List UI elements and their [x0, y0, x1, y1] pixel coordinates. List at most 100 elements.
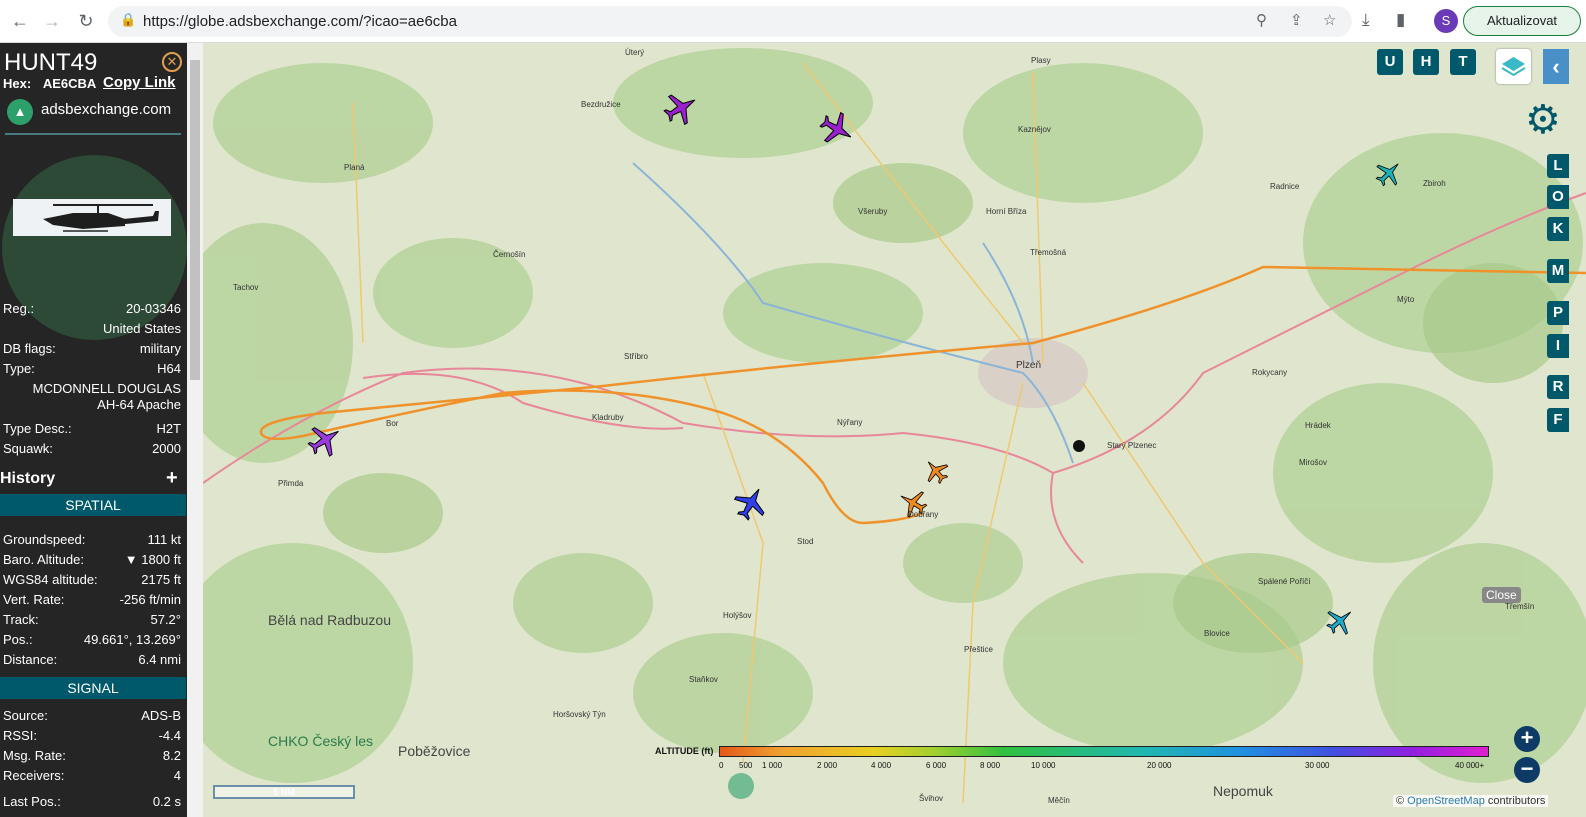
- altitude-tick: 20 000: [1147, 761, 1172, 770]
- map-canvas[interactable]: [203, 43, 1586, 817]
- map-attribution: © OpenStreetMap contributors: [1393, 795, 1549, 807]
- place-label: Dobřany: [908, 510, 939, 519]
- place-label: Úterý: [625, 48, 645, 57]
- aircraft-info-panel: HUNT49 ✕ Hex: AE6CBA Copy Link ▲ adsbexc…: [0, 43, 187, 817]
- download-icon[interactable]: ⤓: [1362, 10, 1370, 30]
- altitude-tick: 30 000: [1305, 761, 1330, 770]
- place-label: Bor: [386, 419, 399, 428]
- altitude-tick: 10 000: [1031, 761, 1056, 770]
- helicopter-icon: [43, 204, 159, 232]
- altitude-tick: 40 000+: [1455, 761, 1485, 770]
- place-label: Švihov: [919, 794, 944, 803]
- toggle-button-k[interactable]: K: [1547, 217, 1569, 241]
- close-button[interactable]: Close: [1482, 587, 1521, 603]
- altitude-tick: 4 000: [871, 761, 892, 770]
- place-label: Kaznějov: [1018, 125, 1051, 134]
- protected-area-label: CHKO Český les: [268, 733, 374, 749]
- lock-icon[interactable]: 🔒: [120, 12, 136, 28]
- place-label-large: Nepomuk: [1213, 783, 1273, 799]
- toggle-button-f[interactable]: F: [1547, 408, 1569, 432]
- place-label: Přimda: [278, 479, 304, 488]
- update-button[interactable]: Aktualizovat: [1463, 6, 1581, 36]
- place-label: Planá: [344, 163, 365, 172]
- toggle-button-u[interactable]: U: [1377, 49, 1403, 75]
- place-label: Bezdružice: [581, 100, 621, 109]
- address-bar[interactable]: 🔒 https://globe.adsbexchange.com/?icao=a…: [108, 6, 1352, 37]
- place-label: Mirošov: [1299, 458, 1328, 467]
- bookmark-star-icon[interactable]: ☆: [1323, 11, 1336, 29]
- altitude-tick: 8 000: [980, 761, 1001, 770]
- adsbexchange-logo-icon[interactable]: ▲: [7, 99, 33, 125]
- aircraft-photo[interactable]: [13, 199, 171, 236]
- openstreetmap-link[interactable]: OpenStreetMap: [1407, 795, 1485, 807]
- callsign: HUNT49: [4, 49, 98, 76]
- expand-history-icon[interactable]: +: [166, 467, 178, 490]
- place-label: Rokycany: [1252, 368, 1288, 377]
- place-label: Stod: [797, 537, 814, 546]
- divider: [5, 133, 181, 135]
- profile-avatar[interactable]: S: [1434, 9, 1458, 33]
- toggle-button-o[interactable]: O: [1547, 185, 1569, 209]
- copy-link[interactable]: Copy Link: [103, 74, 176, 91]
- map[interactable]: Úterý Bezdružice Plasy Kaznějov Všeruby …: [203, 43, 1586, 817]
- side-panel-icon[interactable]: ▮: [1396, 10, 1405, 30]
- back-icon[interactable]: ←: [8, 9, 32, 33]
- toggle-button-i[interactable]: I: [1547, 334, 1569, 358]
- hex-row: Hex: AE6CBA: [3, 76, 96, 91]
- place-label: Tachov: [233, 283, 259, 292]
- place-label: Staňkov: [689, 675, 718, 684]
- adsbexchange-watermark-icon: [728, 773, 754, 799]
- place-label: Holýšov: [723, 611, 752, 620]
- place-label: Radnice: [1270, 182, 1300, 191]
- altitude-color-bar: [719, 746, 1489, 757]
- url-text[interactable]: https://globe.adsbexchange.com/?icao=ae6…: [143, 13, 457, 30]
- adsbexchange-link[interactable]: adsbexchange.com: [41, 101, 171, 118]
- altitude-tick: 2 000: [817, 761, 838, 770]
- toggle-button-l[interactable]: L: [1547, 154, 1569, 178]
- toggle-button-t[interactable]: T: [1450, 49, 1476, 75]
- zoom-in-button[interactable]: +: [1514, 726, 1540, 752]
- altitude-legend-title: ALTITUDE (ft): [655, 746, 714, 756]
- place-label: Měčín: [1048, 796, 1070, 805]
- receiver-location-marker: [1073, 440, 1085, 452]
- location-icon[interactable]: ⚲: [1256, 11, 1267, 29]
- share-icon[interactable]: ⇪: [1290, 11, 1303, 29]
- place-label: Třemošná: [1030, 248, 1067, 257]
- browser-toolbar: ← → ↻ 🔒 https://globe.adsbexchange.com/?…: [0, 0, 1586, 43]
- layers-icon: [1501, 57, 1526, 77]
- place-label: Horšovský Týn: [553, 710, 606, 719]
- reload-icon[interactable]: ↻: [74, 9, 98, 33]
- place-label: Zbiroh: [1423, 179, 1446, 188]
- zoom-out-button[interactable]: −: [1514, 757, 1540, 783]
- place-label: Stříbro: [624, 352, 649, 361]
- place-label: Přeštice: [964, 645, 993, 654]
- place-label: Hrádek: [1305, 421, 1331, 430]
- place-label: Všeruby: [858, 207, 888, 216]
- close-icon[interactable]: ✕: [162, 52, 182, 72]
- forward-icon[interactable]: →: [40, 9, 64, 33]
- place-label: Starý Plzenec: [1107, 441, 1157, 450]
- altitude-tick: 6 000: [926, 761, 947, 770]
- history-title[interactable]: History: [0, 470, 55, 488]
- place-label-city: Plzeň: [1016, 360, 1042, 371]
- signal-section-header[interactable]: SIGNAL: [0, 677, 186, 699]
- hex-value: AE6CBA: [42, 76, 97, 91]
- toggle-button-h[interactable]: H: [1413, 49, 1439, 75]
- sidebar-scrollbar-thumb[interactable]: [190, 60, 200, 380]
- toggle-button-r[interactable]: R: [1547, 375, 1569, 399]
- toggle-button-p[interactable]: P: [1547, 301, 1569, 325]
- toggle-button-m[interactable]: M: [1547, 259, 1569, 283]
- altitude-tick: 500: [739, 761, 753, 770]
- altitude-tick: 1 000: [762, 761, 783, 770]
- place-label: Spálené Poříčí: [1258, 577, 1311, 586]
- aircraft-marker[interactable]: [729, 481, 773, 525]
- aircraft-marker[interactable]: [919, 454, 953, 488]
- place-label-large: Bělá nad Radbuzou: [268, 612, 391, 628]
- layers-button[interactable]: [1496, 49, 1531, 84]
- collapse-panel-button[interactable]: ‹: [1543, 49, 1569, 84]
- altitude-legend: ALTITUDE (ft) 0 500 1 000 2 000 4 000 6 …: [655, 743, 1495, 775]
- spatial-section-header[interactable]: SPATIAL: [0, 494, 186, 516]
- scale-bar: 5 NM: [213, 785, 355, 799]
- attribution-prefix: ©: [1396, 795, 1405, 807]
- settings-gear-icon[interactable]: ⚙: [1525, 98, 1569, 142]
